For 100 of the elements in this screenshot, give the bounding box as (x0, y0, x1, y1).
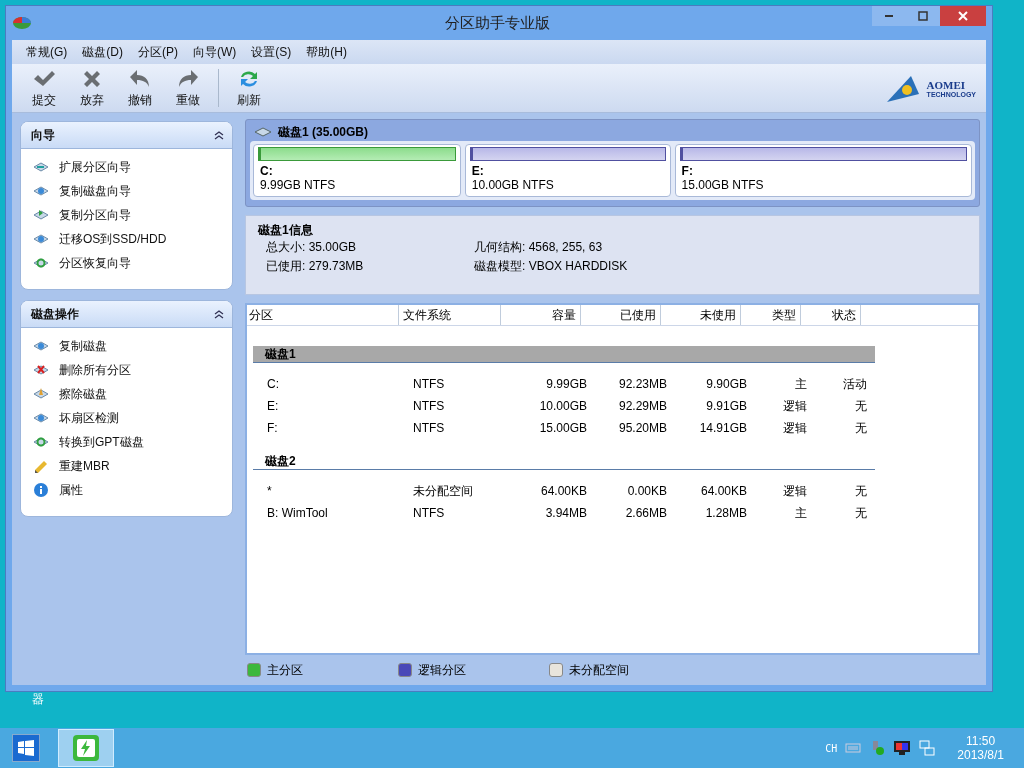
table-cell-text: 2.66MB (624, 506, 668, 520)
collapse-icon[interactable] (214, 309, 224, 319)
sidebar-item[interactable]: 复制磁盘向导 (59, 182, 131, 200)
table-cell-text: 64.00KB (699, 484, 748, 498)
table-cell-text: 无 (854, 504, 868, 522)
table-cell-text: 15.00GB (538, 421, 588, 435)
sidebar-item[interactable]: 迁移OS到SSD/HDD (59, 230, 167, 248)
table-cell-text: 无 (854, 397, 868, 415)
disk-group-header[interactable]: 磁盘1 (253, 346, 875, 363)
maximize-button[interactable] (906, 6, 940, 26)
lightning-icon (72, 734, 100, 762)
logo-name: AOMEI (926, 78, 967, 91)
table-cell-text: B: WimTool (266, 506, 329, 520)
column-header[interactable]: 容量 (501, 305, 581, 325)
sidebar-item[interactable]: 复制分区向导 (59, 206, 131, 224)
window-title: 分区助手专业版 (443, 13, 551, 33)
menu-item[interactable]: 分区(P) (132, 43, 187, 61)
info-field: 几何结构: 4568, 255, 63 (474, 239, 967, 256)
menu-item[interactable]: 向导(W) (187, 43, 246, 61)
table-cell-text: * (266, 484, 273, 498)
table-cell-text: 95.20MB (617, 421, 668, 435)
table-cell-text: 活动 (842, 375, 868, 393)
close-button[interactable] (940, 6, 986, 26)
partition-block[interactable]: F: 15.00GB NTFS (674, 144, 972, 197)
menu-item[interactable]: 磁盘(D) (76, 43, 132, 61)
sidebar-item[interactable]: 分区恢复向导 (59, 254, 131, 272)
legend-label: 逻辑分区 (418, 661, 466, 679)
disk-map[interactable]: 磁盘1 (35.00GB) C: 9.99GB NTFS E: 10.00GB NTFS F: 15.00GB NTFS (245, 119, 980, 207)
legend-label: 主分区 (267, 661, 303, 679)
windows-logo-icon (17, 739, 35, 757)
column-header[interactable]: 状态 (801, 305, 861, 325)
table-cell-text: 9.99GB (545, 377, 588, 391)
column-header[interactable]: 分区 (247, 305, 399, 325)
table-cell-text: 主 (794, 504, 808, 522)
toolbar-button[interactable]: 撤销 (116, 65, 164, 111)
column-header[interactable]: 已使用 (581, 305, 661, 325)
partition-letter: E: (470, 164, 485, 178)
table-cell-text: 逻辑 (782, 397, 808, 415)
disk-title: 磁盘1 (35.00GB) (278, 123, 369, 141)
partition-block[interactable]: C: 9.99GB NTFS (253, 144, 461, 197)
table-cell-text: 1.28MB (704, 506, 748, 520)
sidebar-item[interactable]: 坏扇区检测 (59, 409, 119, 427)
partition-letter: F: (680, 164, 694, 178)
menu-item[interactable]: 设置(S) (245, 43, 301, 61)
toolbar-button[interactable]: 重做 (164, 65, 212, 111)
legend-label: 未分配空间 (569, 661, 629, 679)
partition-info: 15.00GB NTFS (680, 178, 765, 192)
toolbar-button[interactable]: 提交 (20, 65, 68, 111)
partition-info: 9.99GB NTFS (259, 178, 337, 192)
close-icon (958, 11, 968, 21)
info-title: 磁盘1信息 (258, 222, 314, 239)
collapse-icon[interactable] (214, 130, 224, 140)
sidebar-item[interactable]: 擦除磁盘 (59, 385, 107, 403)
table-cell-text: 14.91GB (698, 421, 748, 435)
partition-letter: C: (259, 164, 274, 178)
toolbar-button[interactable]: 放弃 (68, 65, 116, 111)
network-icon[interactable] (919, 740, 936, 756)
table-cell-text: 92.29MB (617, 399, 668, 413)
partition-block[interactable]: E: 10.00GB NTFS (464, 144, 671, 197)
table-cell-text: NTFS (412, 399, 446, 413)
sidebar-item[interactable]: 扩展分区向导 (59, 158, 131, 176)
table-cell-text: 未分配空间 (412, 482, 474, 500)
panel-title: 磁盘操作 (31, 305, 79, 323)
column-header[interactable]: 未使用 (661, 305, 741, 325)
minimize-icon (885, 15, 893, 17)
disk-group-header[interactable]: 磁盘2 (253, 453, 875, 470)
table-cell-text: 92.23MB (617, 377, 668, 391)
table-cell-text: 无 (854, 419, 868, 437)
table-cell-text: 0.00KB (626, 484, 668, 498)
table-cell-text: 逻辑 (782, 419, 808, 437)
table-cell-text: E: (266, 399, 280, 413)
menu-item[interactable]: 帮助(H) (300, 43, 356, 61)
table-cell-text: F: (266, 421, 279, 435)
table-cell-text: 无 (854, 482, 868, 500)
partition-info: 10.00GB NTFS (470, 178, 555, 192)
sidebar-item[interactable]: 复制磁盘 (59, 337, 107, 355)
sidebar-item[interactable]: 删除所有分区 (59, 361, 131, 379)
start-button[interactable] (12, 734, 40, 762)
info-field: 总大小: 35.00GB (266, 239, 474, 256)
minimize-button[interactable] (872, 6, 906, 26)
table-cell-text: 9.91GB (705, 399, 748, 413)
table-cell-text: C: (266, 377, 280, 391)
info-field: 已使用: 279.73MB (266, 258, 474, 275)
table-cell-text: NTFS (412, 377, 446, 391)
table-cell-text: 64.00KB (539, 484, 588, 498)
sidebar-item[interactable]: 属性 (59, 481, 83, 499)
column-header[interactable]: 文件系统 (399, 305, 501, 325)
taskbar-app-button[interactable] (58, 729, 114, 767)
sidebar-item[interactable]: 转换到GPT磁盘 (59, 433, 144, 451)
pencil-icon (33, 458, 49, 474)
sidebar-item[interactable]: 重建MBR (59, 457, 110, 475)
desktop-icon-label: 器 (32, 692, 44, 706)
column-header[interactable]: 类型 (741, 305, 801, 325)
table-cell-text: NTFS (412, 506, 446, 520)
table-cell-text: 3.94MB (544, 506, 588, 520)
monitor-icon[interactable] (893, 740, 912, 756)
info-icon (33, 482, 49, 498)
toolbar-button[interactable]: 刷新 (225, 65, 273, 111)
menu-item[interactable]: 常规(G) (20, 43, 77, 61)
table-cell-text: 逻辑 (782, 482, 808, 500)
